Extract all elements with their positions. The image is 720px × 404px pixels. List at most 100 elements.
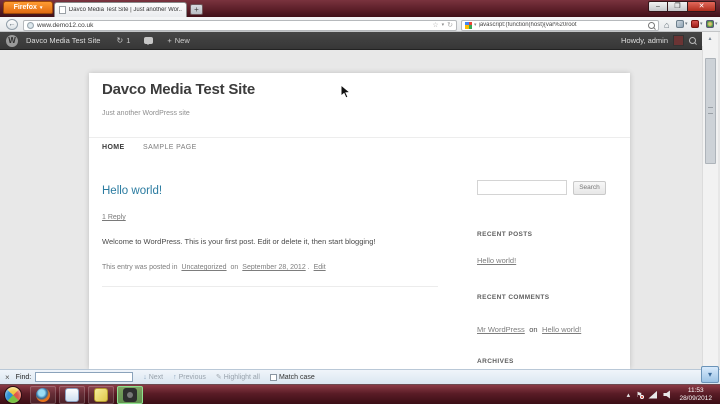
recent-comments-heading: RECENT COMMENTS xyxy=(477,294,550,301)
maximize-button[interactable]: ❐ xyxy=(668,1,688,12)
screenshot-extension-icon[interactable] xyxy=(676,19,684,28)
howdy-text[interactable]: Howdy, admin xyxy=(621,36,668,45)
scrollbar-thumb[interactable] xyxy=(705,58,716,164)
minimize-button[interactable]: – xyxy=(648,1,668,12)
updates-icon: ↻ xyxy=(116,36,124,45)
taskbar-item-sticky-notes[interactable] xyxy=(88,385,114,404)
firefox-menu-button[interactable]: Firefox ▾ xyxy=(3,1,53,14)
edit-link[interactable]: Edit xyxy=(314,264,326,271)
new-tab-button[interactable]: + xyxy=(190,4,203,15)
meta-period: . xyxy=(307,264,310,271)
extension-button-3[interactable]: ▾ xyxy=(706,19,718,28)
archives-heading: ARCHIVES xyxy=(477,358,514,365)
firefox-icon xyxy=(36,387,50,402)
system-tray: ▴ ⚑ 11:53 28/09/2012 xyxy=(627,387,720,403)
adminbar-updates[interactable]: ↻ 1 xyxy=(116,36,130,45)
date-link[interactable]: September 28, 2012 xyxy=(242,264,305,271)
adminbar-site-name[interactable]: Davco Media Test Site xyxy=(26,36,100,45)
search-input-value[interactable]: javascript:(function(host){var%20root xyxy=(479,22,646,28)
adminbar-account: Howdy, admin xyxy=(621,35,702,46)
extension-button-1[interactable]: ▾ xyxy=(676,19,688,28)
down-arrow-icon: ↓ xyxy=(143,373,147,381)
reply-count-link[interactable]: 1 Reply xyxy=(102,214,126,221)
url-text[interactable]: www.demo12.co.uk xyxy=(37,22,429,29)
search-engine-dropdown-icon[interactable]: ▾ xyxy=(474,21,477,30)
find-input[interactable] xyxy=(35,372,134,382)
network-icon[interactable] xyxy=(648,390,658,399)
match-case-checkbox[interactable] xyxy=(269,373,277,381)
wordpress-admin-bar: W Davco Media Test Site ↻ 1 + New Howdy,… xyxy=(0,32,702,50)
volume-icon[interactable] xyxy=(663,390,670,399)
nav-item-home[interactable]: HOME xyxy=(102,144,125,151)
chevron-down-icon: ▾ xyxy=(39,4,43,11)
browser-tab[interactable]: Davco Media Test Site | Just another Wor… xyxy=(54,2,187,17)
match-case-label: Match case xyxy=(278,373,315,381)
comment-author-link[interactable]: Mr WordPress xyxy=(477,325,525,334)
nav-divider xyxy=(89,137,630,138)
adminbar-new-button[interactable]: + New xyxy=(167,36,189,45)
extension-button-2[interactable]: ▾ xyxy=(691,19,703,28)
taskbar-item-firefox[interactable] xyxy=(30,385,56,404)
sidebar-search-input[interactable] xyxy=(477,180,567,195)
firefox-menu-label: Firefox xyxy=(13,4,37,11)
post-title-link[interactable]: Hello world! xyxy=(102,185,162,197)
chevron-down-icon[interactable]: ▾ xyxy=(685,21,688,27)
avatar[interactable] xyxy=(673,35,684,46)
scrollbar-down-button[interactable]: ▾ xyxy=(701,366,719,383)
nav-item-sample-page[interactable]: SAMPLE PAGE xyxy=(143,144,197,151)
home-button[interactable]: ⌂ xyxy=(664,19,669,31)
plus-icon: + xyxy=(167,36,172,45)
taskbar-clock[interactable]: 11:53 28/09/2012 xyxy=(679,387,716,403)
find-next-button[interactable]: ↓ Next xyxy=(143,374,163,381)
globe-extension-icon[interactable] xyxy=(706,19,714,28)
adminbar-search-icon[interactable] xyxy=(689,37,696,44)
hidden-icons-button[interactable]: ▴ xyxy=(627,391,631,399)
bookmark-star-icon[interactable]: ☆ xyxy=(432,21,438,30)
recent-posts-heading: RECENT POSTS xyxy=(477,231,533,238)
taskbar-item-notes[interactable] xyxy=(59,385,85,404)
action-center-icon[interactable]: ⚑ xyxy=(636,391,645,399)
comment-post-link[interactable]: Hello world! xyxy=(542,325,581,334)
find-bar: × Find: ↓ Next ↑ Previous ✎ Highlight al… xyxy=(0,369,720,384)
title-bar: Firefox ▾ Davco Media Test Site | Just a… xyxy=(0,0,720,17)
chevron-down-icon[interactable]: ▾ xyxy=(715,21,718,27)
chevron-down-icon[interactable]: ▾ xyxy=(700,21,703,27)
highlight-all-button[interactable]: ✎ Highlight all xyxy=(216,373,260,382)
find-label: Find: xyxy=(15,373,32,381)
mouse-cursor xyxy=(340,84,351,99)
red-extension-icon[interactable] xyxy=(691,19,699,28)
windows-taskbar: ▴ ⚑ 11:53 28/09/2012 xyxy=(0,384,720,404)
scrollbar-up-button[interactable]: ▴ xyxy=(702,32,718,46)
close-button[interactable]: ✕ xyxy=(688,1,716,12)
update-count: 1 xyxy=(126,36,131,45)
find-previous-label: Previous xyxy=(178,373,206,381)
url-dropdown-icon[interactable]: ▾ xyxy=(442,21,445,30)
reload-icon[interactable]: ↻ xyxy=(447,21,453,30)
start-button[interactable] xyxy=(4,385,22,404)
site-title[interactable]: Davco Media Test Site xyxy=(102,81,255,98)
url-bar[interactable]: www.demo12.co.uk ☆ ▾ ↻ xyxy=(23,19,457,31)
site-page: Davco Media Test Site Just another WordP… xyxy=(89,73,630,369)
new-label: New xyxy=(174,36,190,45)
up-arrow-icon: ↑ xyxy=(173,373,177,381)
findbar-close-icon[interactable]: × xyxy=(5,373,10,382)
find-next-label: Next xyxy=(148,373,164,381)
adminbar-comments[interactable] xyxy=(144,37,154,45)
search-bar[interactable]: ▾ javascript:(function(host){var%20root xyxy=(461,19,659,31)
taskbar-item-recorder[interactable] xyxy=(117,385,143,404)
notepad-icon xyxy=(65,387,79,402)
sidebar-search-button[interactable]: Search xyxy=(573,181,606,195)
category-link[interactable]: Uncategorized xyxy=(181,264,226,271)
search-go-icon[interactable] xyxy=(648,21,655,29)
wordpress-logo-icon[interactable]: W xyxy=(6,34,18,47)
site-tagline: Just another WordPress site xyxy=(102,110,190,117)
sticky-note-icon xyxy=(94,387,108,402)
back-button[interactable]: ← xyxy=(6,19,18,30)
page-favicon-icon xyxy=(59,6,66,14)
recent-post-link[interactable]: Hello world! xyxy=(477,256,516,265)
post-body: Welcome to WordPress. This is your first… xyxy=(102,237,376,246)
find-previous-button[interactable]: ↑ Previous xyxy=(173,374,206,381)
search-engine-icon[interactable] xyxy=(465,21,472,29)
clock-time: 11:53 xyxy=(687,386,704,394)
match-case-toggle[interactable]: Match case xyxy=(269,373,315,381)
